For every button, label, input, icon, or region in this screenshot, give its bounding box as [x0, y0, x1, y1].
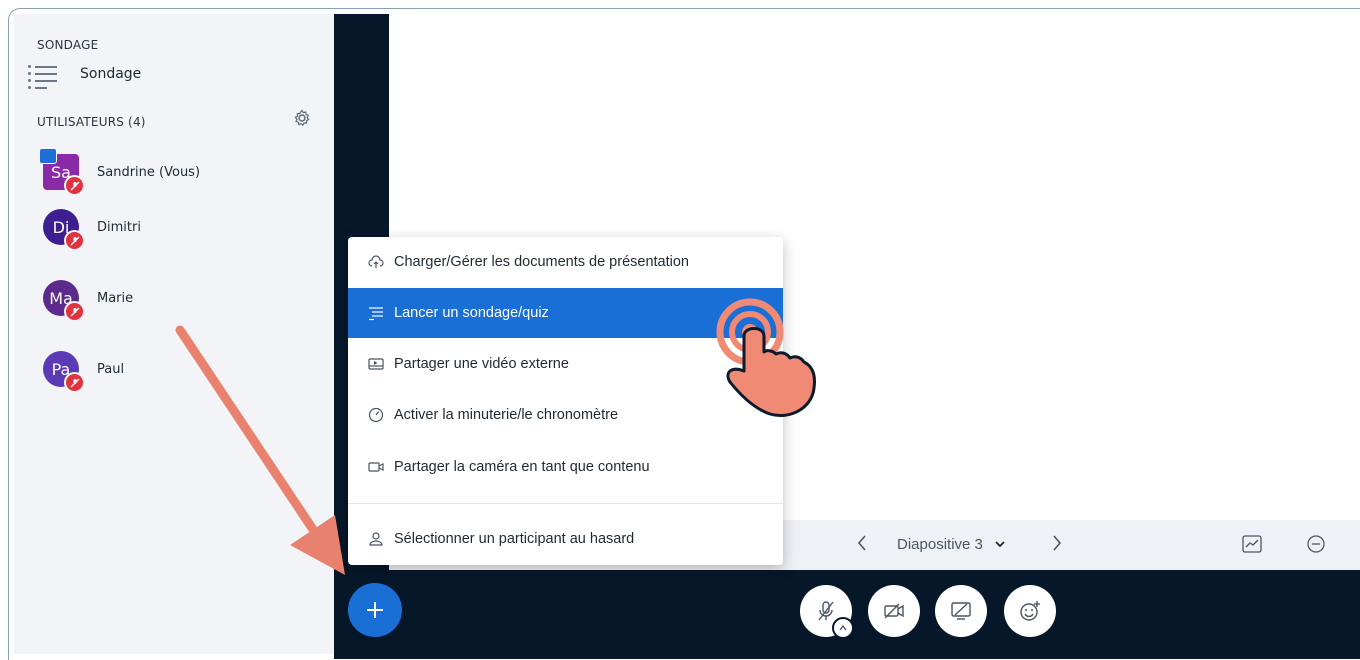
video-off-icon: [884, 603, 904, 619]
actions-plus-button[interactable]: [348, 583, 402, 637]
user-list-item[interactable]: Di Dimitri: [43, 209, 141, 251]
user-list-item[interactable]: Pa Paul: [43, 351, 125, 393]
avatar: Di: [43, 209, 85, 251]
plus-icon: [367, 602, 383, 618]
screen-share-off-icon: [951, 602, 971, 620]
menu-item-camera-as-content[interactable]: Partager la caméra en tant que contenu: [348, 442, 783, 492]
poll-icon: [369, 307, 383, 321]
menu-item-label: Charger/Gérer les documents de présentat…: [394, 254, 689, 270]
mic-muted-icon: [818, 601, 834, 621]
zoom-out-icon[interactable]: [1306, 534, 1326, 554]
menu-item-label: Sélectionner un participant au hasard: [394, 531, 635, 547]
sidebar-item-label: Sondage: [80, 66, 142, 82]
camera-icon: [368, 462, 384, 472]
menu-item-label: Partager une vidéo externe: [394, 356, 569, 372]
menu-item-label: Activer la minuterie/le chronomètre: [394, 407, 619, 423]
gear-icon[interactable]: [292, 108, 312, 128]
chevron-up-icon[interactable]: [832, 617, 854, 639]
user-list-item[interactable]: Sa Sandrine (Vous): [39, 148, 201, 196]
menu-item-label: Partager la caméra en tant que contenu: [394, 459, 650, 475]
menu-item-start-poll[interactable]: Lancer un sondage/quiz: [348, 288, 783, 338]
screen-share-button[interactable]: [935, 585, 987, 637]
poll-section-title: SONDAGE: [37, 38, 99, 52]
list-icon: [26, 56, 60, 92]
muted-mic-icon: [64, 372, 85, 393]
menu-item-share-external-video[interactable]: Partager une vidéo externe: [348, 339, 783, 389]
slide-selector[interactable]: Diapositive 3: [897, 536, 1007, 553]
avatar: Pa: [43, 351, 85, 393]
users-section-title: UTILISATEURS (4): [37, 115, 146, 129]
muted-mic-icon: [64, 230, 85, 251]
menu-divider: [348, 503, 783, 504]
muted-mic-icon: [64, 175, 85, 196]
chevron-down-icon: [995, 541, 1005, 548]
presenter-icon: [39, 148, 57, 164]
user-icon: [369, 532, 383, 546]
reactions-button[interactable]: [1004, 585, 1056, 637]
cloud-upload-icon: [368, 255, 384, 268]
user-name: Marie: [97, 290, 134, 306]
emoji-add-icon: [1020, 601, 1040, 621]
timer-icon: [368, 407, 384, 423]
menu-item-timer[interactable]: Activer la minuterie/le chronomètre: [348, 390, 783, 440]
actions-menu: Charger/Gérer les documents de présentat…: [348, 237, 783, 565]
muted-mic-icon: [64, 301, 85, 322]
next-slide-icon[interactable]: [1050, 533, 1064, 557]
slide-label: Diapositive 3: [897, 536, 983, 553]
menu-item-label: Lancer un sondage/quiz: [394, 305, 549, 321]
whiteboard-icon[interactable]: [1242, 535, 1262, 553]
user-name: Dimitri: [97, 219, 141, 235]
menu-item-random-participant[interactable]: Sélectionner un participant au hasard: [348, 514, 783, 564]
user-name: Sandrine (Vous): [97, 164, 201, 180]
menu-item-upload-presentation[interactable]: Charger/Gérer les documents de présentat…: [348, 237, 783, 287]
external-video-icon: [368, 358, 384, 370]
sidebar-item-poll[interactable]: Sondage: [26, 56, 141, 92]
user-list-item[interactable]: Ma Marie: [43, 280, 134, 322]
microphone-button[interactable]: [800, 585, 854, 639]
user-name: Paul: [97, 361, 125, 377]
sidebar: [14, 14, 334, 654]
camera-button[interactable]: [868, 585, 920, 637]
avatar: Sa: [39, 148, 85, 196]
avatar: Ma: [43, 280, 85, 322]
previous-slide-icon[interactable]: [855, 533, 869, 557]
